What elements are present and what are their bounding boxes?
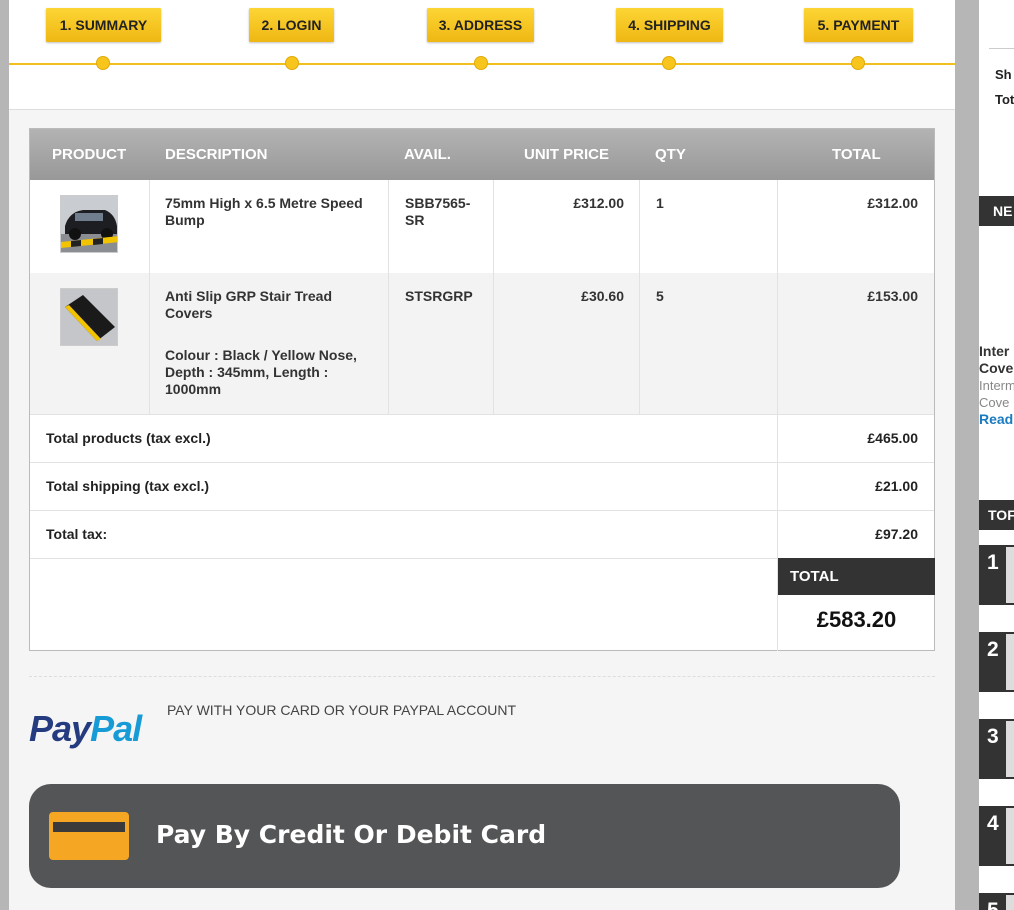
total-tax-label: Total tax: (46, 526, 108, 542)
description-cell: 75mm High x 6.5 Metre Speed Bump (150, 180, 389, 273)
quantity: 1 (656, 195, 664, 211)
pay-by-card-label: Pay By Credit Or Debit Card (156, 820, 547, 849)
paypal-logo[interactable]: PayPal (29, 708, 142, 750)
total-products-row: Total products (tax excl.) £465.00 (30, 414, 934, 462)
step-shipping[interactable]: 4. SHIPPING (616, 8, 723, 42)
sidebar-divider (989, 48, 1014, 49)
header-product: PRODUCT (52, 146, 127, 163)
product-cell (30, 180, 150, 273)
paypal-description: PAY WITH YOUR CARD OR YOUR PAYPAL ACCOUN… (167, 702, 517, 718)
unit-price-cell: £30.60 (494, 273, 640, 414)
total-shipping-label: Total shipping (tax excl.) (46, 478, 210, 494)
table-row: Anti Slip GRP Stair Tread Covers Colour … (30, 273, 934, 414)
quantity: 5 (656, 288, 664, 304)
top-seller-item[interactable]: 3 (979, 719, 1014, 779)
checkout-main: 1. SUMMARY 2. LOGIN 3. ADDRESS 4. SHIPPI… (9, 0, 955, 910)
total-tax-row: Total tax: £97.20 (30, 510, 934, 558)
product-attributes: Colour : Black / Yellow Nose, Depth : 34… (165, 347, 357, 397)
step-payment[interactable]: 5. PAYMENT (804, 8, 913, 42)
cart-table-header: PRODUCT DESCRIPTION AVAIL. UNIT PRICE QT… (30, 129, 934, 180)
sidebar-news-header: NE (979, 196, 1014, 226)
sidebar-article-text: Interm (979, 378, 1014, 393)
sidebar-article-title-2[interactable]: Cove (979, 360, 1013, 376)
sidebar-total-label: Tot (995, 92, 1014, 107)
top-seller-item[interactable]: 5 (979, 893, 1014, 910)
avail-cell: STSRGRP (389, 273, 494, 414)
step-dot-shipping (662, 56, 676, 70)
step-dot-login (285, 56, 299, 70)
top-seller-item[interactable]: 2 (979, 632, 1014, 692)
grand-total-label: TOTAL (778, 558, 935, 595)
checkout-steps: 1. SUMMARY 2. LOGIN 3. ADDRESS 4. SHIPPI… (9, 0, 955, 110)
header-unit-price: UNIT PRICE (524, 146, 610, 163)
qty-cell: 1 (640, 180, 778, 273)
product-image-stair-tread[interactable] (60, 288, 118, 346)
product-cell (30, 273, 150, 414)
header-description: DESCRIPTION (165, 146, 268, 163)
top-seller-item[interactable]: 4 (979, 806, 1014, 866)
unit-price: £312.00 (573, 195, 624, 211)
total-tax-value: £97.20 (777, 511, 934, 558)
right-sidebar: Sh Tot NE Inter Cove Interm Cove Read TO… (955, 0, 1014, 910)
total-cell: £312.00 (778, 180, 934, 273)
header-total: TOTAL (832, 146, 881, 163)
product-name[interactable]: Anti Slip GRP Stair Tread Covers (165, 288, 332, 321)
unit-price-cell: £312.00 (494, 180, 640, 273)
line-total: £312.00 (867, 195, 918, 211)
total-cell: £153.00 (778, 273, 934, 414)
grand-total-value: £583.20 (816, 607, 897, 632)
product-reference: STSRGRP (405, 288, 473, 304)
step-dot-summary (96, 56, 110, 70)
step-dot-payment (851, 56, 865, 70)
product-image-speed-bump[interactable] (60, 195, 118, 253)
product-reference: SBB7565-SR (405, 195, 471, 228)
section-divider (29, 676, 935, 677)
table-row: 75mm High x 6.5 Metre Speed Bump SBB7565… (30, 180, 934, 273)
total-shipping-value: £21.00 (777, 463, 934, 510)
sidebar-article-title[interactable]: Inter (979, 343, 1009, 359)
credit-card-icon (49, 812, 129, 860)
sidebar-read-more-link[interactable]: Read (979, 411, 1013, 427)
pay-by-card-button[interactable]: Pay By Credit Or Debit Card (29, 784, 900, 888)
step-dot-address (474, 56, 488, 70)
sidebar-article-text-2: Cove (979, 395, 1010, 410)
header-avail: AVAIL. (404, 146, 451, 163)
step-address[interactable]: 3. ADDRESS (427, 8, 534, 42)
total-products-value: £465.00 (777, 415, 934, 462)
sidebar-top-sellers-header: TOF (979, 500, 1014, 530)
step-summary[interactable]: 1. SUMMARY (46, 8, 161, 42)
cart-summary-table: PRODUCT DESCRIPTION AVAIL. UNIT PRICE QT… (29, 128, 935, 651)
sidebar-panel: Sh Tot NE Inter Cove Interm Cove Read TO… (979, 0, 1014, 910)
line-total: £153.00 (867, 288, 918, 304)
avail-cell: SBB7565-SR (389, 180, 494, 273)
qty-cell: 5 (640, 273, 778, 414)
header-qty: QTY (655, 146, 686, 163)
product-name[interactable]: 75mm High x 6.5 Metre Speed Bump (165, 195, 363, 228)
unit-price: £30.60 (581, 288, 624, 304)
total-products-label: Total products (tax excl.) (46, 430, 211, 446)
step-login[interactable]: 2. LOGIN (249, 8, 334, 42)
top-seller-item[interactable]: 1 (979, 545, 1014, 605)
grand-total-cell: TOTAL £583.20 (777, 558, 935, 651)
sidebar-shipping-label: Sh (995, 67, 1012, 82)
total-shipping-row: Total shipping (tax excl.) £21.00 (30, 462, 934, 510)
description-cell: Anti Slip GRP Stair Tread Covers Colour … (150, 273, 389, 414)
